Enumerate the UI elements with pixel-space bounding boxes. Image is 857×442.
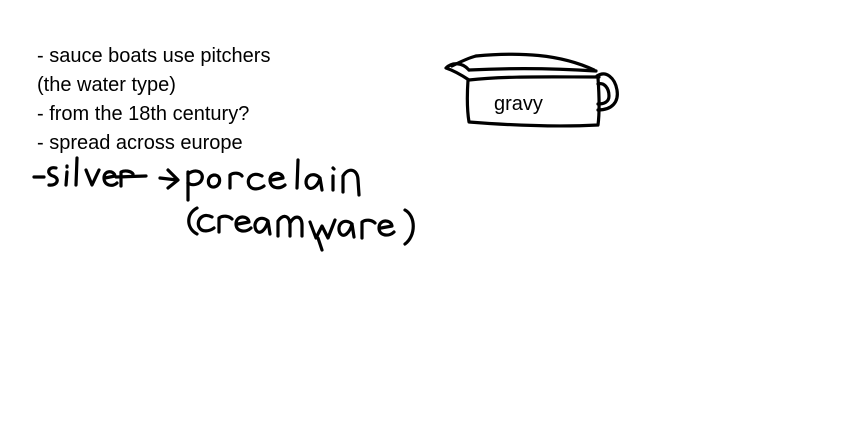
paint-canvas[interactable]: - sauce boats use pitchers (the water ty… — [0, 0, 857, 442]
handwriting-silver-porcelain — [32, 156, 361, 202]
handwriting-creamware — [187, 206, 415, 252]
freehand-drawing — [32, 52, 619, 252]
gravy-label: gravy — [494, 93, 543, 115]
